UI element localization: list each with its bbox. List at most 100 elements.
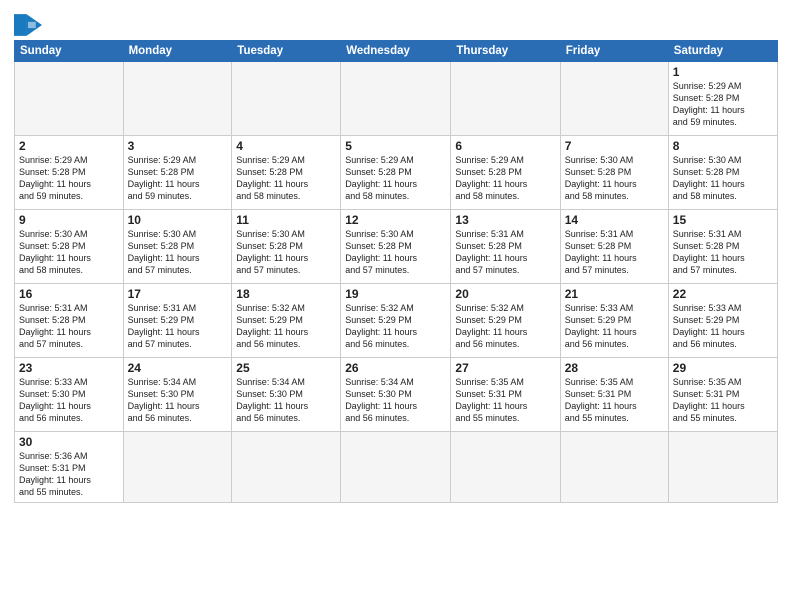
day-info: Sunrise: 5:32 AM Sunset: 5:29 PM Dayligh… — [345, 302, 446, 351]
day-number: 3 — [128, 139, 228, 153]
calendar-cell: 4Sunrise: 5:29 AM Sunset: 5:28 PM Daylig… — [232, 136, 341, 210]
calendar-cell: 28Sunrise: 5:35 AM Sunset: 5:31 PM Dayli… — [560, 358, 668, 432]
calendar-cell: 14Sunrise: 5:31 AM Sunset: 5:28 PM Dayli… — [560, 210, 668, 284]
calendar-cell: 19Sunrise: 5:32 AM Sunset: 5:29 PM Dayli… — [341, 284, 451, 358]
day-info: Sunrise: 5:34 AM Sunset: 5:30 PM Dayligh… — [128, 376, 228, 425]
logo-icon — [14, 14, 42, 36]
day-info: Sunrise: 5:31 AM Sunset: 5:28 PM Dayligh… — [673, 228, 773, 277]
day-number: 8 — [673, 139, 773, 153]
day-info: Sunrise: 5:30 AM Sunset: 5:28 PM Dayligh… — [345, 228, 446, 277]
calendar-cell: 22Sunrise: 5:33 AM Sunset: 5:29 PM Dayli… — [668, 284, 777, 358]
calendar-week-1: 1Sunrise: 5:29 AM Sunset: 5:28 PM Daylig… — [15, 62, 778, 136]
day-number: 23 — [19, 361, 119, 375]
calendar-cell: 30Sunrise: 5:36 AM Sunset: 5:31 PM Dayli… — [15, 432, 124, 503]
calendar-cell — [232, 432, 341, 503]
day-number: 22 — [673, 287, 773, 301]
calendar-cell: 7Sunrise: 5:30 AM Sunset: 5:28 PM Daylig… — [560, 136, 668, 210]
calendar-cell — [560, 432, 668, 503]
day-number: 9 — [19, 213, 119, 227]
day-info: Sunrise: 5:34 AM Sunset: 5:30 PM Dayligh… — [345, 376, 446, 425]
day-info: Sunrise: 5:33 AM Sunset: 5:30 PM Dayligh… — [19, 376, 119, 425]
calendar-cell — [341, 432, 451, 503]
calendar-cell — [668, 432, 777, 503]
day-number: 28 — [565, 361, 664, 375]
calendar-header-sunday: Sunday — [15, 41, 124, 62]
day-number: 30 — [19, 435, 119, 449]
calendar-cell: 24Sunrise: 5:34 AM Sunset: 5:30 PM Dayli… — [123, 358, 232, 432]
calendar-cell: 11Sunrise: 5:30 AM Sunset: 5:28 PM Dayli… — [232, 210, 341, 284]
calendar-cell: 26Sunrise: 5:34 AM Sunset: 5:30 PM Dayli… — [341, 358, 451, 432]
calendar-header-friday: Friday — [560, 41, 668, 62]
day-number: 16 — [19, 287, 119, 301]
day-info: Sunrise: 5:31 AM Sunset: 5:28 PM Dayligh… — [19, 302, 119, 351]
day-number: 5 — [345, 139, 446, 153]
calendar-header-thursday: Thursday — [451, 41, 560, 62]
day-number: 12 — [345, 213, 446, 227]
day-info: Sunrise: 5:30 AM Sunset: 5:28 PM Dayligh… — [565, 154, 664, 203]
calendar-week-2: 2Sunrise: 5:29 AM Sunset: 5:28 PM Daylig… — [15, 136, 778, 210]
day-number: 14 — [565, 213, 664, 227]
day-info: Sunrise: 5:29 AM Sunset: 5:28 PM Dayligh… — [673, 80, 773, 129]
day-info: Sunrise: 5:29 AM Sunset: 5:28 PM Dayligh… — [236, 154, 336, 203]
day-number: 19 — [345, 287, 446, 301]
calendar-header-wednesday: Wednesday — [341, 41, 451, 62]
day-number: 15 — [673, 213, 773, 227]
day-number: 24 — [128, 361, 228, 375]
header — [14, 10, 778, 36]
calendar-cell: 9Sunrise: 5:30 AM Sunset: 5:28 PM Daylig… — [15, 210, 124, 284]
day-number: 2 — [19, 139, 119, 153]
calendar-cell: 17Sunrise: 5:31 AM Sunset: 5:29 PM Dayli… — [123, 284, 232, 358]
day-info: Sunrise: 5:30 AM Sunset: 5:28 PM Dayligh… — [673, 154, 773, 203]
day-number: 29 — [673, 361, 773, 375]
calendar-cell: 18Sunrise: 5:32 AM Sunset: 5:29 PM Dayli… — [232, 284, 341, 358]
calendar-cell: 23Sunrise: 5:33 AM Sunset: 5:30 PM Dayli… — [15, 358, 124, 432]
calendar-cell: 21Sunrise: 5:33 AM Sunset: 5:29 PM Dayli… — [560, 284, 668, 358]
day-info: Sunrise: 5:29 AM Sunset: 5:28 PM Dayligh… — [345, 154, 446, 203]
day-info: Sunrise: 5:32 AM Sunset: 5:29 PM Dayligh… — [455, 302, 555, 351]
day-info: Sunrise: 5:29 AM Sunset: 5:28 PM Dayligh… — [128, 154, 228, 203]
day-info: Sunrise: 5:31 AM Sunset: 5:28 PM Dayligh… — [455, 228, 555, 277]
day-info: Sunrise: 5:30 AM Sunset: 5:28 PM Dayligh… — [128, 228, 228, 277]
calendar-week-3: 9Sunrise: 5:30 AM Sunset: 5:28 PM Daylig… — [15, 210, 778, 284]
calendar-week-6: 30Sunrise: 5:36 AM Sunset: 5:31 PM Dayli… — [15, 432, 778, 503]
day-info: Sunrise: 5:31 AM Sunset: 5:29 PM Dayligh… — [128, 302, 228, 351]
day-number: 27 — [455, 361, 555, 375]
day-number: 17 — [128, 287, 228, 301]
calendar-header-tuesday: Tuesday — [232, 41, 341, 62]
calendar-cell — [123, 62, 232, 136]
calendar-cell: 29Sunrise: 5:35 AM Sunset: 5:31 PM Dayli… — [668, 358, 777, 432]
day-info: Sunrise: 5:32 AM Sunset: 5:29 PM Dayligh… — [236, 302, 336, 351]
calendar-table: SundayMondayTuesdayWednesdayThursdayFrid… — [14, 40, 778, 503]
calendar-header-row: SundayMondayTuesdayWednesdayThursdayFrid… — [15, 41, 778, 62]
day-number: 7 — [565, 139, 664, 153]
calendar-cell: 16Sunrise: 5:31 AM Sunset: 5:28 PM Dayli… — [15, 284, 124, 358]
calendar-cell: 15Sunrise: 5:31 AM Sunset: 5:28 PM Dayli… — [668, 210, 777, 284]
calendar-cell: 25Sunrise: 5:34 AM Sunset: 5:30 PM Dayli… — [232, 358, 341, 432]
day-number: 6 — [455, 139, 555, 153]
calendar-cell — [232, 62, 341, 136]
day-number: 1 — [673, 65, 773, 79]
day-info: Sunrise: 5:31 AM Sunset: 5:28 PM Dayligh… — [565, 228, 664, 277]
day-number: 13 — [455, 213, 555, 227]
day-number: 4 — [236, 139, 336, 153]
day-number: 11 — [236, 213, 336, 227]
day-info: Sunrise: 5:34 AM Sunset: 5:30 PM Dayligh… — [236, 376, 336, 425]
calendar-cell — [560, 62, 668, 136]
day-info: Sunrise: 5:29 AM Sunset: 5:28 PM Dayligh… — [455, 154, 555, 203]
day-info: Sunrise: 5:33 AM Sunset: 5:29 PM Dayligh… — [565, 302, 664, 351]
day-info: Sunrise: 5:30 AM Sunset: 5:28 PM Dayligh… — [19, 228, 119, 277]
day-info: Sunrise: 5:29 AM Sunset: 5:28 PM Dayligh… — [19, 154, 119, 203]
calendar-cell: 1Sunrise: 5:29 AM Sunset: 5:28 PM Daylig… — [668, 62, 777, 136]
calendar-cell: 3Sunrise: 5:29 AM Sunset: 5:28 PM Daylig… — [123, 136, 232, 210]
calendar-cell — [123, 432, 232, 503]
calendar-cell: 12Sunrise: 5:30 AM Sunset: 5:28 PM Dayli… — [341, 210, 451, 284]
page: SundayMondayTuesdayWednesdayThursdayFrid… — [0, 0, 792, 612]
calendar-cell: 5Sunrise: 5:29 AM Sunset: 5:28 PM Daylig… — [341, 136, 451, 210]
day-number: 10 — [128, 213, 228, 227]
calendar-cell: 8Sunrise: 5:30 AM Sunset: 5:28 PM Daylig… — [668, 136, 777, 210]
day-number: 25 — [236, 361, 336, 375]
calendar-cell — [15, 62, 124, 136]
day-number: 18 — [236, 287, 336, 301]
calendar-cell: 10Sunrise: 5:30 AM Sunset: 5:28 PM Dayli… — [123, 210, 232, 284]
calendar-cell: 6Sunrise: 5:29 AM Sunset: 5:28 PM Daylig… — [451, 136, 560, 210]
